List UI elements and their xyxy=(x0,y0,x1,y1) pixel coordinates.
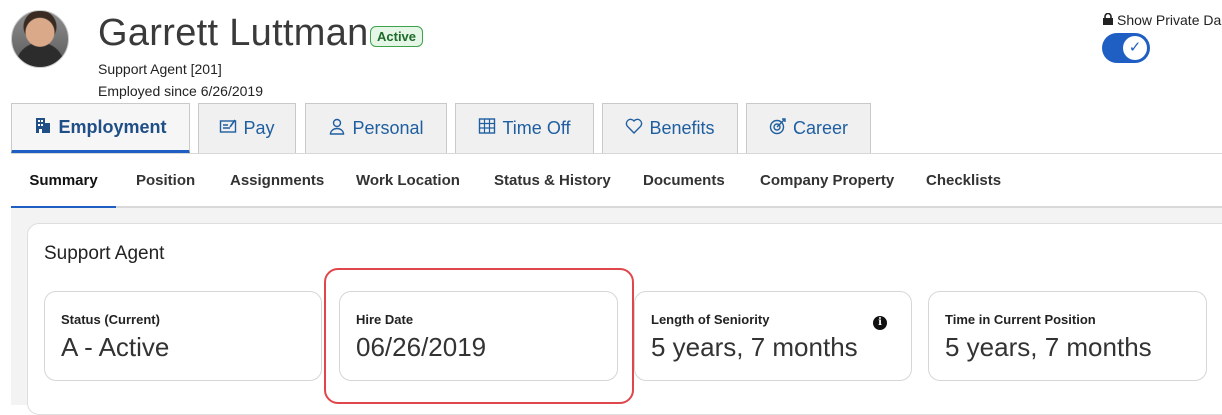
person-icon xyxy=(328,117,346,140)
paycheck-icon xyxy=(219,117,237,140)
subtab-work-location[interactable]: Work Location xyxy=(356,154,460,206)
status-card-label: Status (Current) xyxy=(61,312,160,327)
show-private-data-text: Show Private Da xyxy=(1117,12,1222,28)
lock-icon xyxy=(1103,12,1113,28)
tab-personal-label: Personal xyxy=(352,118,424,138)
avatar xyxy=(11,10,69,68)
highlight-annotation xyxy=(324,268,634,404)
seniority-card: Length of Seniority 5 years, 7 months i xyxy=(634,291,912,381)
tab-pay[interactable]: Pay xyxy=(198,103,296,153)
status-card: Status (Current) A - Active xyxy=(44,291,322,381)
subtab-company-property[interactable]: Company Property xyxy=(760,154,894,206)
info-icon[interactable]: i xyxy=(873,316,887,330)
tab-employment[interactable]: Employment xyxy=(11,103,190,154)
subtab-documents[interactable]: Documents xyxy=(643,154,725,206)
tab-career-label: Career xyxy=(792,118,849,138)
subtab-assignments[interactable]: Assignments xyxy=(230,154,324,206)
tab-time-off-label: Time Off xyxy=(502,118,571,138)
time-in-position-card-label: Time in Current Position xyxy=(945,312,1096,327)
subtab-summary[interactable]: Summary xyxy=(11,154,116,209)
seniority-card-value: 5 years, 7 months xyxy=(651,332,858,362)
show-private-data-label: Show Private Da xyxy=(1103,12,1221,28)
building-icon xyxy=(34,116,52,139)
tab-benefits[interactable]: Benefits xyxy=(602,103,738,153)
tab-career[interactable]: Career xyxy=(746,103,871,153)
status-card-value: A - Active xyxy=(61,332,170,362)
subtab-checklists[interactable]: Checklists xyxy=(926,154,1001,206)
calendar-grid-icon xyxy=(478,117,496,140)
employed-since-line: Employed since 6/26/2019 xyxy=(98,83,263,99)
role-line: Support Agent [201] xyxy=(98,61,222,77)
tab-time-off[interactable]: Time Off xyxy=(455,103,594,153)
tab-employment-label: Employment xyxy=(58,116,167,137)
checkmark-icon: ✓ xyxy=(1123,36,1147,60)
tab-pay-label: Pay xyxy=(243,118,275,138)
tab-personal[interactable]: Personal xyxy=(305,103,447,153)
target-icon xyxy=(769,117,787,140)
time-in-position-card: Time in Current Position 5 years, 7 mont… xyxy=(928,291,1207,381)
seniority-card-label: Length of Seniority xyxy=(651,312,770,327)
tab-benefits-label: Benefits xyxy=(649,118,715,138)
time-in-position-card-value: 5 years, 7 months xyxy=(945,332,1152,362)
employee-name: Garrett Luttman xyxy=(98,12,369,54)
status-badge: Active xyxy=(370,26,424,47)
show-private-data-toggle[interactable]: ✓ xyxy=(1102,33,1150,63)
heart-icon xyxy=(625,117,643,140)
subtab-position[interactable]: Position xyxy=(136,154,195,206)
subtab-status-history[interactable]: Status & History xyxy=(494,154,611,206)
subnav-bar: Summary Position Assignments Work Locati… xyxy=(11,153,1222,209)
panel-title: Support Agent xyxy=(44,243,165,264)
